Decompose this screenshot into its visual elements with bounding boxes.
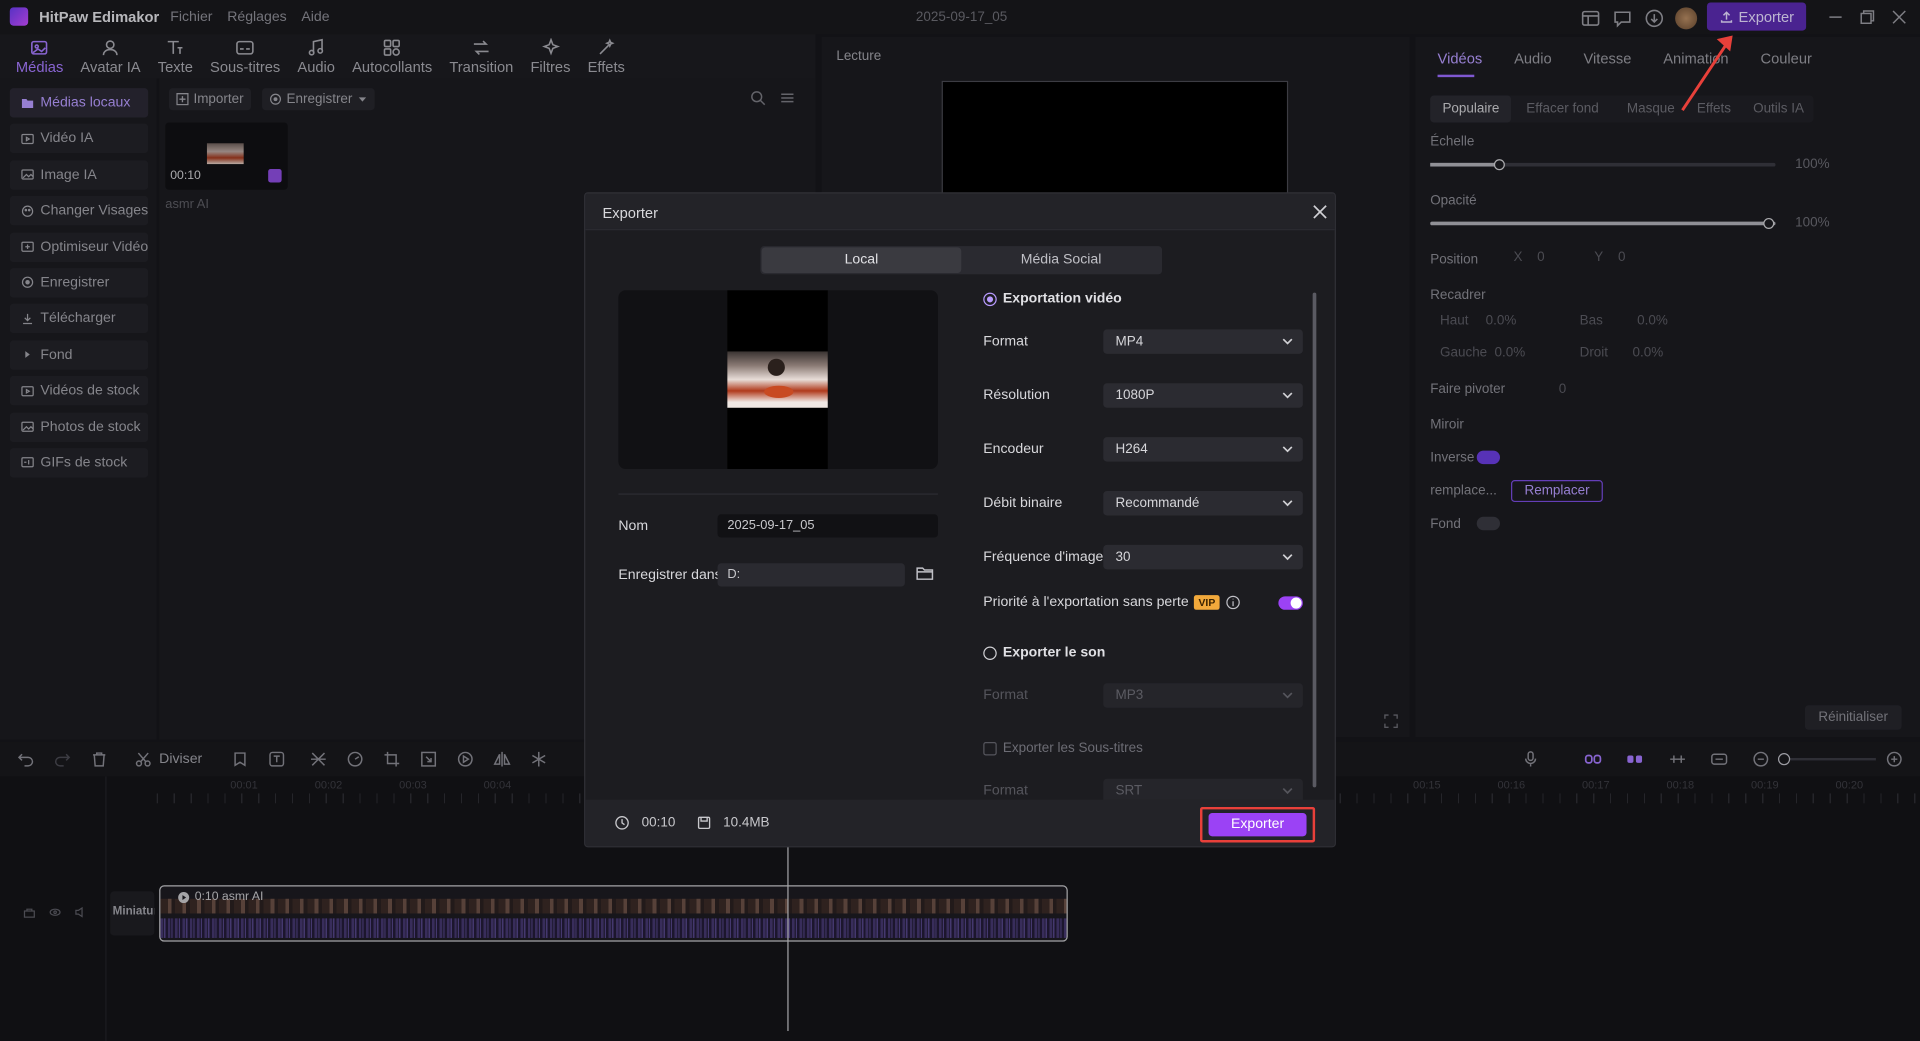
export-dialog: Exporter Local Média Social Nom 2025-09-… (584, 192, 1336, 848)
bitrate-label: Débit binaire (983, 495, 1063, 511)
lossless-label: Priorité à l'exportation sans perte (983, 595, 1189, 610)
save-path-input[interactable]: D: (717, 563, 905, 587)
export-size: 10.4MB (723, 815, 770, 831)
dialog-close-icon[interactable] (1311, 203, 1328, 220)
framerate-select[interactable]: 30 (1103, 544, 1303, 570)
chevron-down-icon (1282, 554, 1293, 561)
format-select[interactable]: MP4 (1103, 329, 1303, 354)
export-button[interactable]: Exporter (1208, 813, 1307, 837)
sound-export-radio[interactable]: Exporter le son (983, 645, 1105, 660)
video-export-radio[interactable]: Exportation vidéo (983, 291, 1122, 306)
chevron-down-icon (1282, 446, 1293, 453)
name-input[interactable]: 2025-09-17_05 (717, 514, 938, 538)
chevron-down-icon (1282, 500, 1293, 507)
export-duration: 00:10 (641, 815, 676, 831)
vip-badge: VIP (1193, 595, 1221, 610)
file-size-icon (697, 816, 710, 830)
encoder-select[interactable]: H264 (1103, 437, 1303, 462)
dialog-title: Exporter (602, 204, 658, 222)
dialog-footer: 00:10 10.4MB Exporter (585, 799, 1335, 847)
sound-format-select[interactable]: MP3 (1103, 683, 1303, 708)
settings-scrollbar[interactable] (1312, 292, 1317, 788)
framerate-label: Fréquence d'image (983, 549, 1104, 565)
name-label: Nom (618, 519, 649, 534)
tab-local[interactable]: Local (761, 247, 962, 274)
info-icon[interactable] (1226, 595, 1241, 610)
chevron-down-icon (1282, 692, 1293, 699)
annotation-arrow (1681, 35, 1733, 112)
resolution-select[interactable]: 1080P (1103, 383, 1303, 408)
chevron-down-icon (1282, 392, 1293, 399)
clock-icon (615, 816, 629, 830)
tab-media-social[interactable]: Média Social (961, 247, 1161, 273)
subtitles-export-checkbox[interactable]: Exporter les Sous-titres (983, 741, 1143, 756)
sound-format-label: Format (983, 688, 1028, 703)
chevron-down-icon (1282, 787, 1293, 795)
encoder-label: Encodeur (983, 442, 1044, 457)
export-preview (618, 290, 938, 469)
folder-browse-icon[interactable] (916, 566, 934, 582)
lossless-toggle[interactable] (1278, 596, 1303, 610)
save-to-label: Enregistrer dans (618, 568, 722, 583)
resolution-label: Résolution (983, 388, 1050, 403)
bitrate-select[interactable]: Recommandé (1103, 491, 1303, 516)
chevron-down-icon (1282, 338, 1293, 345)
preview-frame-image (727, 351, 828, 408)
subs-format-label: Format (983, 783, 1028, 799)
export-tabs: Local Média Social (760, 246, 1163, 275)
format-label: Format (983, 334, 1028, 349)
